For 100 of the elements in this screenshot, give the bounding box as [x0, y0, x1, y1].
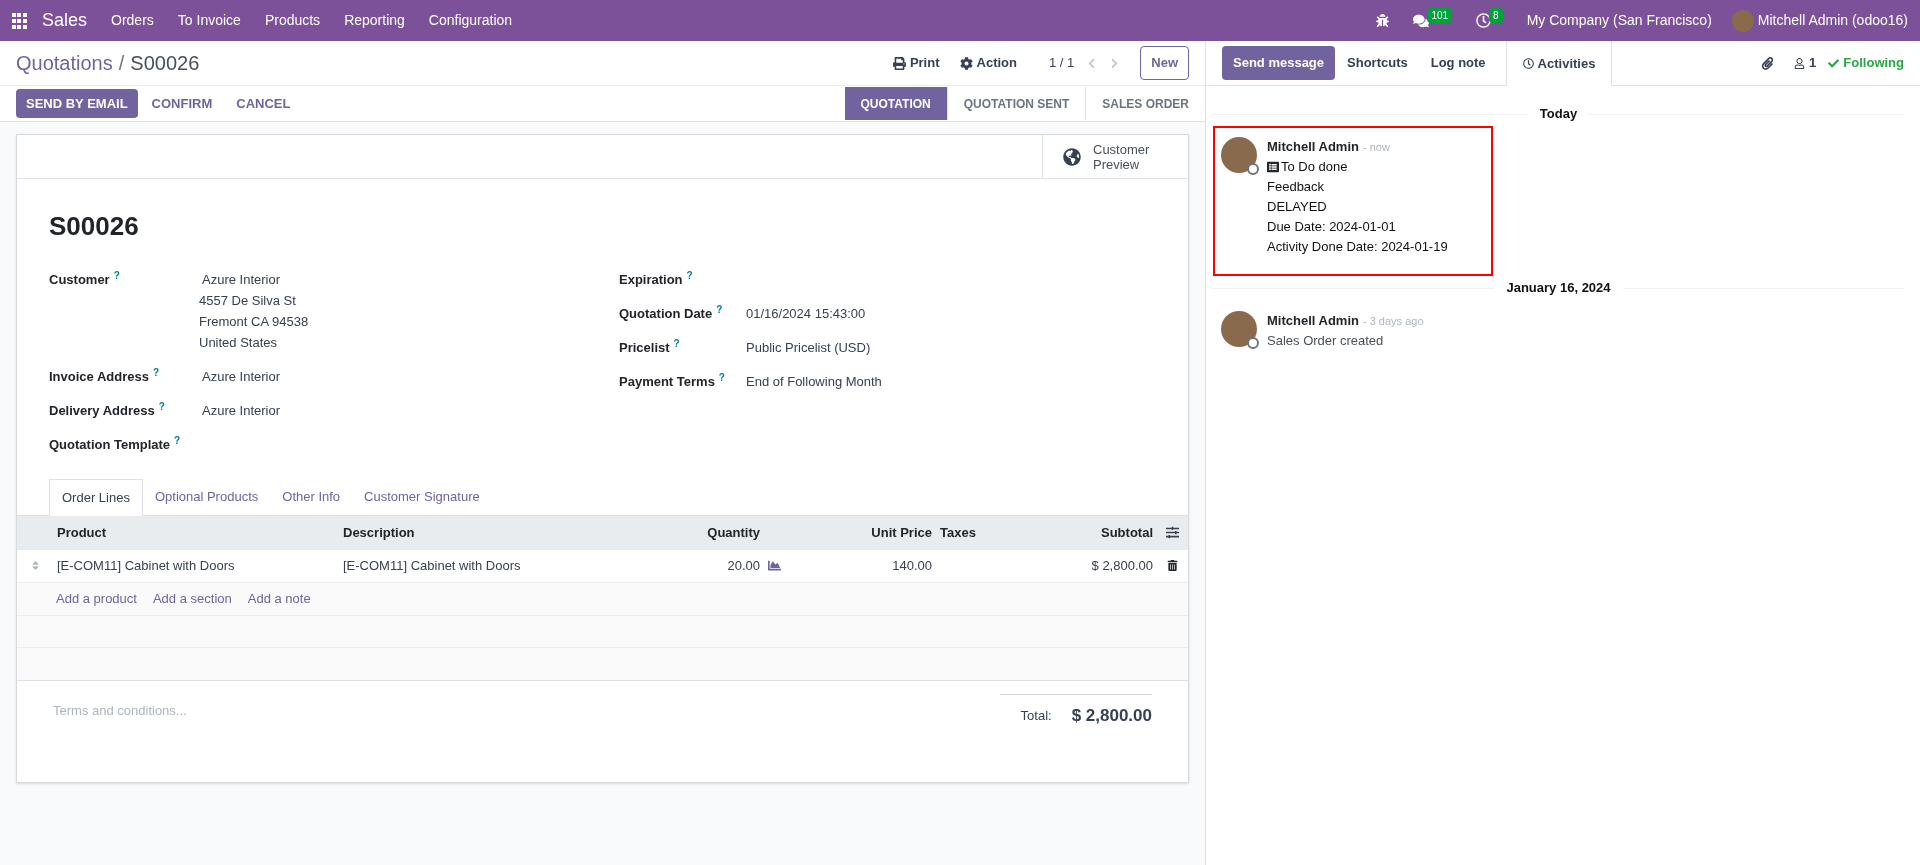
message-text: DELAYED: [1267, 198, 1327, 216]
check-icon: [1828, 57, 1840, 69]
chatter-button[interactable]: Send message: [1222, 46, 1336, 80]
action-button[interactable]: Action: [959, 53, 1017, 73]
notebook-tab[interactable]: Order Lines: [49, 479, 143, 516]
gear-icon: [959, 56, 973, 70]
message-text: Due Date: 2024-01-01: [1267, 218, 1396, 236]
field-label: Payment Terms: [619, 373, 715, 391]
column-header[interactable]: Taxes: [940, 522, 976, 543]
count-badge: 101: [1427, 8, 1453, 23]
clock-icon: [1522, 58, 1534, 69]
menu-item[interactable]: Orders: [111, 10, 154, 31]
app-name[interactable]: Sales: [42, 7, 88, 34]
message-time: - 3 days ago: [1362, 314, 1424, 329]
action-button[interactable]: SEND BY EMAIL: [16, 88, 138, 119]
record-title: S00026: [49, 210, 140, 243]
add-line-link[interactable]: Add a product: [56, 588, 137, 609]
forecast-chart-icon[interactable]: [768, 559, 781, 572]
column-header[interactable]: Description: [343, 522, 415, 543]
help-tooltip[interactable]: ?: [686, 270, 693, 282]
field-value[interactable]: End of Following Month: [743, 372, 885, 392]
table-row[interactable]: [E-COM11] Cabinet with Doors [E-COM11] Cabinet with Doors 20.00 140.00 $ 2,800.00: [17, 549, 1188, 583]
notebook-tab[interactable]: Other Info: [270, 479, 353, 515]
following-button[interactable]: Following: [1828, 53, 1904, 73]
field-label: Customer: [49, 271, 110, 289]
menu-item[interactable]: Configuration: [428, 10, 513, 31]
table-cell-text: $ 2,800.00: [1091, 556, 1153, 575]
date-divider: Today: [1538, 105, 1579, 124]
chatter-button[interactable]: Log note: [1419, 46, 1497, 80]
address-line: United States: [199, 334, 279, 352]
chatter-button[interactable]: Shortcuts: [1336, 46, 1419, 80]
clock-icon[interactable]: [1476, 13, 1492, 28]
field-value[interactable]: Azure Interior: [199, 270, 309, 290]
help-tooltip[interactable]: ?: [152, 367, 160, 379]
help-tooltip[interactable]: ?: [673, 338, 680, 350]
field-value[interactable]: Azure Interior: [199, 367, 284, 387]
person-icon: [1794, 57, 1806, 69]
field-label: Expiration: [619, 271, 683, 289]
drag-handle-icon[interactable]: [29, 560, 41, 571]
total-amount: $ 2,800.00: [1071, 704, 1152, 727]
breadcrumb-link[interactable]: Quotations: [16, 48, 113, 78]
field-label: Quotation Date: [619, 305, 713, 323]
total-label: Total:: [1020, 706, 1052, 725]
company-switcher[interactable]: My Company (San Francisco): [1526, 10, 1712, 31]
message-author[interactable]: Mitchell Admin: [1267, 311, 1359, 331]
column-header[interactable]: Unit Price: [871, 522, 932, 543]
printer-icon: [892, 56, 906, 70]
breadcrumb-current: S00026: [130, 51, 200, 76]
customer-preview-button[interactable]: Customer Preview: [1042, 135, 1188, 178]
help-tooltip[interactable]: ?: [158, 401, 165, 413]
app-menu-icon[interactable]: [12, 12, 26, 29]
address-line: 4557 De Silva St: [199, 292, 297, 310]
field-label: Quotation Template: [49, 436, 171, 454]
status-icon: [1247, 163, 1259, 175]
user-menu[interactable]: Mitchell Admin (odoo16): [1757, 10, 1908, 31]
table-cell-text: [E-COM11] Cabinet with Doors: [57, 556, 235, 575]
status-icon: [1247, 337, 1259, 349]
help-tooltip[interactable]: ?: [174, 435, 181, 447]
column-header[interactable]: Product: [57, 522, 107, 543]
user-avatar: [1731, 9, 1754, 32]
help-tooltip[interactable]: ?: [718, 372, 725, 384]
breadcrumb-separator: /: [118, 51, 125, 76]
activities-button[interactable]: Activities: [1505, 41, 1613, 86]
status-step[interactable]: QUOTATION: [844, 87, 947, 120]
notebook-tab[interactable]: Customer Signature: [352, 479, 492, 515]
new-button[interactable]: New: [1140, 46, 1189, 80]
message-text: Sales Order created: [1267, 332, 1384, 350]
menu-item[interactable]: To Invoice: [177, 10, 241, 31]
field-value[interactable]: 01/16/2024 15:43:00: [743, 304, 869, 324]
column-settings-icon[interactable]: [1165, 526, 1179, 539]
field-label: Pricelist: [619, 339, 670, 357]
field-value[interactable]: Public Pricelist (USD): [743, 338, 874, 358]
menu-item[interactable]: Products: [264, 10, 321, 31]
delete-icon[interactable]: [1166, 560, 1178, 571]
message-author[interactable]: Mitchell Admin: [1267, 137, 1359, 157]
help-tooltip[interactable]: ?: [716, 304, 723, 316]
notebook-tab[interactable]: Optional Products: [142, 479, 271, 515]
column-header[interactable]: Quantity: [707, 522, 760, 543]
field-label: Delivery Address: [49, 402, 155, 420]
menu-item[interactable]: Reporting: [344, 10, 405, 31]
debug-icon[interactable]: [1376, 14, 1390, 27]
message-time: - now: [1362, 140, 1390, 155]
column-header[interactable]: Subtotal: [1101, 522, 1153, 543]
add-line-link[interactable]: Add a note: [247, 588, 311, 609]
message-text: To Do done: [1281, 158, 1348, 176]
message-text: Feedback: [1267, 178, 1325, 196]
action-button[interactable]: CONFIRM: [141, 88, 223, 119]
followers-button[interactable]: 1: [1794, 53, 1817, 73]
print-button[interactable]: Print: [892, 53, 940, 73]
help-tooltip[interactable]: ?: [113, 270, 120, 282]
attachment-icon[interactable]: [1761, 56, 1775, 70]
add-line-link[interactable]: Add a section: [152, 588, 232, 609]
table-cell-text: [E-COM11] Cabinet with Doors: [343, 556, 521, 575]
globe-icon: [1063, 147, 1081, 166]
count-badge: 8: [1489, 8, 1503, 23]
action-button[interactable]: CANCEL: [226, 88, 301, 119]
field-label: Invoice Address: [49, 368, 149, 386]
chat-icon[interactable]: [1413, 12, 1430, 29]
pager-value: 1 / 1: [1048, 54, 1075, 73]
field-value[interactable]: Azure Interior: [199, 401, 284, 421]
